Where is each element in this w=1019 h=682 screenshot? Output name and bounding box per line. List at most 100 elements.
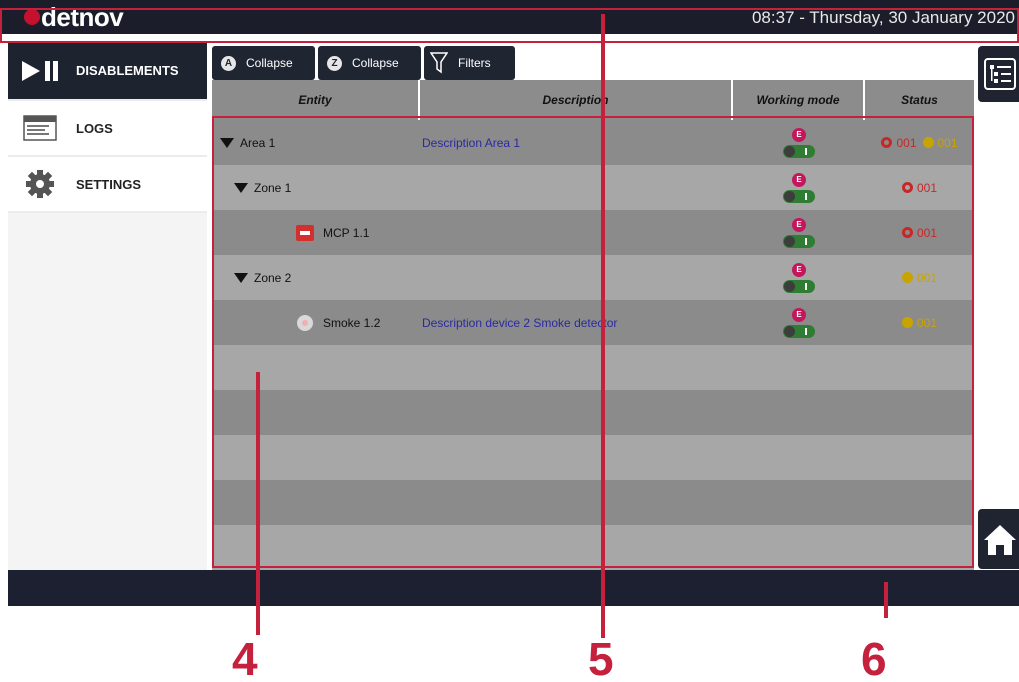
callout-line-5: [601, 14, 605, 638]
play-pause-icon: [18, 56, 62, 86]
status-cell: 001 001: [865, 120, 974, 165]
enabled-mode-badge: E: [792, 127, 806, 142]
enabled-mode-badge: E: [792, 262, 806, 277]
fire-alarm-status: 001: [901, 180, 938, 195]
empty-table-row: [212, 480, 974, 525]
fault-status: 001: [901, 315, 938, 330]
fault-warning-icon: [901, 271, 913, 283]
empty-table-row: [212, 390, 974, 435]
entity-name: Area 1: [240, 135, 276, 150]
fire-alarm-count: 001: [916, 180, 938, 195]
working-mode-toggle[interactable]: [783, 144, 815, 158]
disablements-table: Entity Description Working mode Status A…: [212, 80, 974, 570]
expand-triangle-icon[interactable]: [234, 272, 248, 283]
fault-status: 001: [901, 270, 938, 285]
callout-number-5: 5: [588, 633, 614, 682]
sidebar-menu: DISABLEMENTS LOGS SETTINGS: [0, 42, 207, 570]
logs-window-icon: [18, 113, 62, 143]
collapse-z-label: Collapse: [352, 56, 399, 70]
fault-count: 001: [916, 315, 938, 330]
status-cell: 001: [865, 255, 974, 300]
fault-status: 001: [922, 135, 958, 150]
fault-count: 001: [937, 135, 958, 150]
table-header: Entity Description Working mode Status: [212, 80, 974, 120]
detnov-logo: detnov: [24, 2, 124, 32]
description-cell: Description Area 1: [422, 135, 521, 150]
description-cell: [420, 255, 733, 300]
enabled-mode-badge: E: [792, 172, 806, 187]
logo-dot-icon: [24, 9, 40, 25]
empty-table-row: [212, 435, 974, 480]
empty-table-row: [212, 525, 974, 570]
collapse-a-label: Collapse: [246, 56, 293, 70]
callout-number-6: 6: [861, 633, 887, 682]
enabled-mode-badge: E: [792, 307, 806, 322]
home-button[interactable]: [978, 509, 1019, 569]
column-header-entity[interactable]: Entity: [212, 80, 420, 120]
top-bar: detnov 08:37 - Thursday, 30 January 2020: [0, 0, 1019, 34]
column-header-status[interactable]: Status: [865, 80, 974, 120]
empty-table-row: [212, 345, 974, 390]
description-cell: [420, 210, 733, 255]
gear-icon: [18, 169, 62, 199]
fire-alarm-icon: [901, 181, 913, 193]
entity-name: MCP 1.1: [323, 225, 370, 240]
sidebar-item-label: DISABLEMENTS: [76, 63, 179, 78]
fire-alarm-status: 001: [881, 135, 917, 150]
logo-text: detnov: [41, 2, 124, 32]
collapse-z-button[interactable]: Z Collapse: [318, 46, 421, 80]
table-row[interactable]: MCP 1.1 E 001: [212, 210, 974, 255]
entity-name: Smoke 1.2: [323, 315, 381, 330]
table-row[interactable]: Zone 2 E 001: [212, 255, 974, 300]
letter-z-badge-icon: Z: [327, 55, 342, 71]
filters-label: Filters: [458, 56, 491, 70]
column-header-working-mode[interactable]: Working mode: [733, 80, 865, 120]
home-icon: [982, 523, 1018, 562]
working-mode-cell: E: [733, 210, 865, 255]
entity-name: Zone 2: [254, 270, 292, 285]
letter-a-badge-icon: A: [221, 55, 236, 71]
smoke-detector-icon: [296, 314, 314, 332]
status-cell: 001: [865, 165, 974, 210]
table-body: Area 1 Description Area 1 E 001 001 Zone 1 E 00…: [212, 120, 974, 570]
entity-name: Zone 1: [254, 180, 292, 195]
working-mode-toggle[interactable]: [783, 189, 815, 203]
working-mode-cell: E: [733, 165, 865, 210]
panel-tree-button[interactable]: [978, 46, 1019, 102]
expand-triangle-icon[interactable]: [234, 182, 248, 193]
status-cell: 001: [865, 210, 974, 255]
sidebar-item-label: LOGS: [76, 120, 113, 136]
table-row[interactable]: Smoke 1.2 Description device 2 Smoke dete…: [212, 300, 974, 345]
working-mode-cell: E: [733, 300, 865, 345]
sidebar-item-disablements[interactable]: DISABLEMENTS: [8, 42, 207, 101]
table-row[interactable]: Zone 1 E 001: [212, 165, 974, 210]
table-row[interactable]: Area 1 Description Area 1 E 001 001: [212, 120, 974, 165]
entity-cell: MCP 1.1: [212, 210, 420, 255]
fire-alarm-count: 001: [916, 225, 938, 240]
fire-alarm-icon: [881, 136, 893, 148]
entity-cell: Zone 1: [212, 165, 420, 210]
sidebar-item-settings[interactable]: SETTINGS: [8, 157, 207, 213]
fire-alarm-status: 001: [901, 225, 938, 240]
sidebar-item-logs[interactable]: LOGS: [8, 101, 207, 157]
working-mode-cell: E: [733, 120, 865, 165]
working-mode-toggle[interactable]: [783, 234, 815, 248]
expand-triangle-icon[interactable]: [220, 137, 234, 148]
entity-cell: Area 1: [212, 120, 420, 165]
fault-count: 001: [916, 270, 938, 285]
callout-line-4: [256, 372, 260, 635]
working-mode-toggle[interactable]: [783, 324, 815, 338]
collapse-a-button[interactable]: A Collapse: [212, 46, 315, 80]
working-mode-toggle[interactable]: [783, 279, 815, 293]
bottom-status-bar: [8, 570, 1019, 606]
tree-list-icon: [984, 58, 1016, 95]
filters-button[interactable]: Filters: [424, 46, 515, 80]
callout-number-4: 4: [232, 633, 258, 682]
description-cell: Description device 2 Smoke detector: [422, 315, 618, 330]
fire-alarm-count: 001: [896, 135, 917, 150]
callout-line-6: [884, 582, 888, 618]
column-header-description[interactable]: Description: [420, 80, 733, 120]
sidebar-item-label: SETTINGS: [76, 176, 142, 192]
funnel-icon: [430, 52, 448, 74]
fire-alarm-icon: [901, 226, 913, 238]
